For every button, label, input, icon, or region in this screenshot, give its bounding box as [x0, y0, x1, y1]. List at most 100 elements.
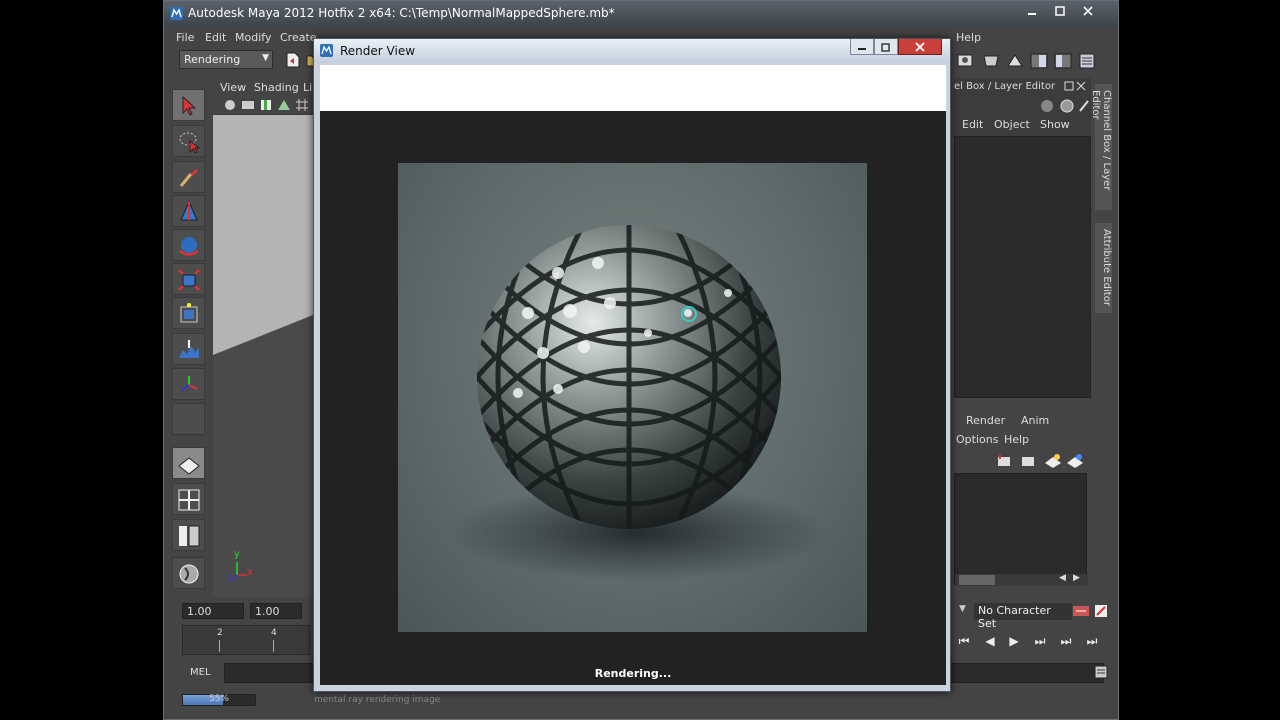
- channel-box-manip-icon[interactable]: [1078, 99, 1090, 113]
- tab-anim-layers[interactable]: Anim: [1021, 414, 1049, 427]
- render-status-text: Rendering...: [594, 667, 672, 680]
- step-back-button[interactable]: ◀: [980, 631, 1000, 651]
- layer-menu-options[interactable]: Options: [956, 433, 998, 446]
- menu-help[interactable]: Help: [956, 31, 981, 44]
- tab-channel-box-layer-editor[interactable]: Channel Box / Layer Editor: [1090, 84, 1112, 210]
- mel-label[interactable]: MEL: [190, 667, 211, 678]
- animation-prefs-icon[interactable]: [1094, 603, 1108, 619]
- viewport-menu-lighting[interactable]: Li: [303, 81, 312, 94]
- camera-icon[interactable]: [223, 98, 237, 112]
- layer-menu-help[interactable]: Help: [1004, 433, 1029, 446]
- channel-box-menu-object[interactable]: Object: [994, 118, 1030, 131]
- render-view-title-bar[interactable]: Render View: [314, 39, 950, 63]
- key-icon[interactable]: [1072, 603, 1090, 619]
- brush-icon: [179, 169, 198, 187]
- scale-tool[interactable]: [172, 263, 205, 295]
- layer-list-scrollbar[interactable]: ◀ ▶: [955, 573, 1088, 586]
- tab-render-layers[interactable]: Render: [966, 414, 1005, 427]
- layer-up-icon[interactable]: [996, 453, 1012, 469]
- channel-box-content[interactable]: [954, 136, 1091, 398]
- render-current-frame-icon[interactable]: [956, 52, 974, 70]
- panel-float-icon[interactable]: [1064, 81, 1074, 91]
- maya-app-icon: [170, 7, 183, 20]
- select-tool[interactable]: [172, 89, 205, 121]
- panel-close-icon[interactable]: [1076, 81, 1086, 91]
- layer-list[interactable]: ◀ ▶: [954, 473, 1088, 586]
- render-view-minimize-button[interactable]: [850, 39, 874, 55]
- render-progress-bar: 55%: [182, 694, 256, 706]
- playback-controls: ⏮ ◀ ▶ ⏭ ⏭ ⏭: [954, 631, 1104, 653]
- channel-box-attr-icon[interactable]: [1060, 99, 1074, 113]
- show-channel-box-icon[interactable]: [1030, 52, 1048, 70]
- manipulator-tool[interactable]: [172, 297, 205, 329]
- viewport-menu-bar: View Shading Li: [213, 78, 313, 96]
- time-slider[interactable]: 2 4: [182, 625, 310, 655]
- menu-edit[interactable]: Edit: [205, 31, 226, 44]
- paint-select-tool[interactable]: [172, 161, 205, 193]
- move-tool[interactable]: [172, 195, 205, 227]
- layer-down-icon[interactable]: [1020, 453, 1036, 469]
- menu-set-selector[interactable]: Rendering ▼: [179, 50, 273, 69]
- view-axis-indicator: y x z: [227, 545, 261, 585]
- four-pane-layout-button[interactable]: [172, 483, 205, 515]
- viewport-menu-shading[interactable]: Shading: [254, 81, 299, 94]
- channel-box-mode-icon[interactable]: [1040, 99, 1054, 113]
- go-to-end-button[interactable]: ⏭: [1082, 631, 1102, 651]
- single-pane-layout-button[interactable]: [172, 447, 205, 479]
- render-view-canvas[interactable]: Rendering...: [320, 111, 946, 685]
- new-scene-icon[interactable]: [286, 52, 300, 68]
- axis-label-y: y: [234, 549, 240, 560]
- scrollbar-thumb[interactable]: [959, 575, 995, 585]
- render-view-close-button[interactable]: [898, 39, 942, 55]
- character-set-field[interactable]: No Character Set: [974, 603, 1072, 630]
- render-view-restore-button[interactable]: [874, 39, 898, 55]
- maya-title-bar[interactable]: Autodesk Maya 2012 Hotfix 2 x64: C:\Temp…: [164, 1, 1118, 27]
- maximize-button[interactable]: [1046, 1, 1074, 21]
- tab-attribute-editor[interactable]: Attribute Editor: [1095, 223, 1112, 313]
- go-to-start-button[interactable]: ⏮: [954, 631, 974, 651]
- outliner-layout-button[interactable]: [172, 519, 205, 551]
- axis-label-z: z: [227, 573, 233, 584]
- viewport-canvas[interactable]: y x z: [213, 115, 313, 597]
- lasso-tool[interactable]: [172, 125, 205, 157]
- perspective-viewport[interactable]: View Shading Li y x z: [213, 78, 313, 597]
- new-layer-selected-icon[interactable]: [1066, 453, 1084, 469]
- channel-box-menu-edit[interactable]: Edit: [962, 118, 983, 131]
- menu-file[interactable]: File: [176, 31, 194, 44]
- grid-toggle-icon[interactable]: [295, 98, 309, 112]
- play-forward-button[interactable]: ▶: [1004, 631, 1024, 651]
- menu-modify[interactable]: Modify: [235, 31, 271, 44]
- show-tool-settings-icon[interactable]: [1054, 52, 1072, 70]
- menu-create[interactable]: Create: [280, 31, 317, 44]
- step-forward-button[interactable]: ⏭: [1030, 631, 1050, 651]
- minimize-button[interactable]: [1018, 1, 1046, 21]
- image-plane-icon[interactable]: [277, 98, 291, 112]
- channel-box-menu-show[interactable]: Show: [1040, 118, 1070, 131]
- character-set-chevron-icon[interactable]: ▼: [959, 604, 966, 614]
- script-editor-icon[interactable]: [1094, 665, 1108, 679]
- next-key-button[interactable]: ⏭: [1056, 631, 1076, 651]
- new-layer-icon[interactable]: [1044, 453, 1062, 469]
- shading-ball-icon: [179, 564, 199, 584]
- range-start-field[interactable]: 1.00: [182, 603, 244, 619]
- render-progress-text: 55%: [208, 694, 229, 704]
- maya-window-title: Autodesk Maya 2012 Hotfix 2 x64: C:\Temp…: [188, 6, 615, 20]
- viewport-icon-bar: [213, 96, 313, 114]
- bookmark-icon[interactable]: [259, 98, 273, 112]
- show-attribute-editor-icon[interactable]: [1078, 52, 1096, 70]
- ipr-render-icon[interactable]: [982, 52, 1000, 70]
- arrow-cursor-icon: [182, 95, 197, 116]
- scroll-left-icon[interactable]: ◀: [1059, 573, 1066, 583]
- close-button[interactable]: [1074, 1, 1102, 21]
- viewport-menu-view[interactable]: View: [220, 81, 246, 94]
- range-current-field[interactable]: 1.00: [250, 603, 302, 619]
- camera-attributes-icon[interactable]: [241, 98, 255, 112]
- axis-manip-icon: [180, 376, 198, 392]
- scroll-right-icon[interactable]: ▶: [1073, 573, 1080, 583]
- soft-modification-tool[interactable]: [172, 333, 205, 365]
- last-tool-used[interactable]: [172, 368, 205, 400]
- hypershade-layout-button[interactable]: [172, 557, 205, 589]
- rotate-tool[interactable]: [172, 229, 205, 261]
- outliner-icon: [179, 525, 200, 547]
- render-settings-icon[interactable]: [1006, 52, 1024, 70]
